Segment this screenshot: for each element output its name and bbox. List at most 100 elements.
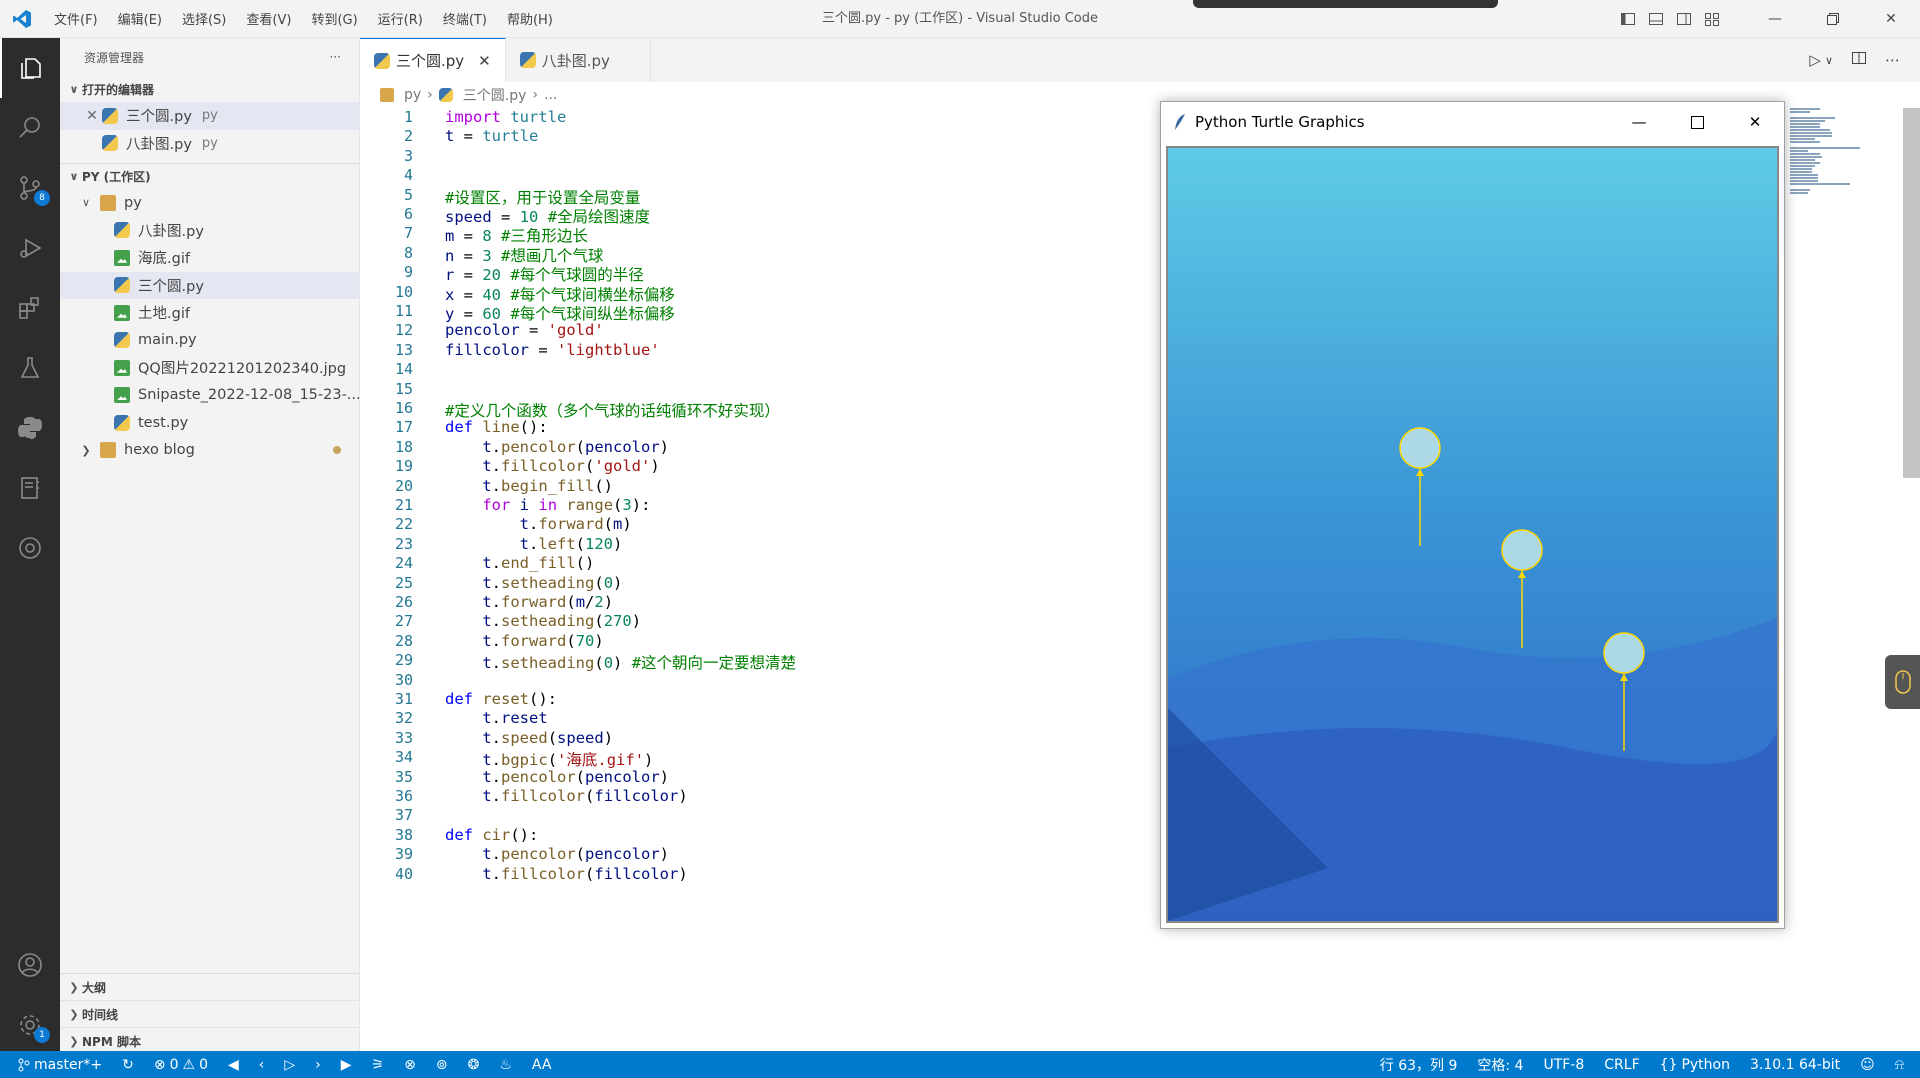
close-button[interactable]: ✕ xyxy=(1862,0,1920,38)
customize-layout-icon[interactable] xyxy=(1698,0,1726,38)
python-file-icon xyxy=(114,414,130,431)
menu-selection[interactable]: 选择(S) xyxy=(172,9,236,28)
accounts-icon[interactable] xyxy=(0,935,60,995)
chevron-left-icon[interactable]: ‹ xyxy=(249,1057,275,1073)
breadcrumb-file[interactable]: 三个圆.py xyxy=(463,85,527,105)
file-item[interactable]: 八卦图.py xyxy=(60,217,359,245)
toggle-panel-icon[interactable] xyxy=(1642,0,1670,38)
settings-gear-icon[interactable]: 1 xyxy=(0,995,60,1055)
line-number: 16 xyxy=(394,399,413,417)
folder-hexo-blog[interactable]: ❯ hexo blog xyxy=(60,437,359,465)
remote-explorer-icon[interactable] xyxy=(0,518,60,578)
turtle-maximize-button[interactable] xyxy=(1668,102,1726,142)
code-line: t.forward(m) xyxy=(519,515,632,534)
open-editors-section[interactable]: ∨ 打开的编辑器 xyxy=(60,76,359,102)
copilot-icon[interactable]: ⊚ xyxy=(426,1057,458,1073)
code-line: pencolor = 'gold' xyxy=(445,321,604,340)
menu-go[interactable]: 转到(G) xyxy=(301,9,367,28)
workspace-section[interactable]: ∨ PY (工作区) xyxy=(60,163,359,189)
vscode-logo-icon xyxy=(0,0,44,38)
more-actions-icon[interactable]: ⋯ xyxy=(1885,51,1900,69)
source-control-icon[interactable]: 8 xyxy=(0,158,60,218)
turtle-graphics-window[interactable]: Python Turtle Graphics — ✕ xyxy=(1160,101,1785,929)
chevron-right-icon[interactable]: › xyxy=(305,1057,331,1073)
file-item[interactable]: 海底.gif xyxy=(60,244,359,272)
encoding[interactable]: UTF-8 xyxy=(1533,1057,1594,1073)
testing-icon[interactable] xyxy=(0,338,60,398)
turtle-minimize-button[interactable]: — xyxy=(1610,102,1668,142)
menu-terminal[interactable]: 终端(T) xyxy=(433,9,497,28)
split-editor-icon[interactable] xyxy=(1851,50,1867,70)
line-number: 32 xyxy=(394,709,413,728)
problems-indicator[interactable]: ⊗ 0 ⚠ 0 xyxy=(144,1057,218,1073)
breadcrumb-folder[interactable]: py xyxy=(404,87,421,103)
breadcrumb-symbol[interactable]: ... xyxy=(544,87,557,103)
open-editor-item[interactable]: 八卦图.py py xyxy=(60,130,359,158)
notebook-icon[interactable] xyxy=(0,458,60,518)
image-file-icon xyxy=(114,249,130,266)
python-icon[interactable] xyxy=(0,398,60,458)
timeline-section[interactable]: ❯ 时间线 xyxy=(60,1001,359,1028)
explorer-sidebar: 资源管理器 ··· ∨ 打开的编辑器 ✕ 三个圆.py py 八卦图.py py ∨ PY… xyxy=(60,38,360,1055)
extensions-icon[interactable] xyxy=(0,278,60,338)
outline-section[interactable]: ❯ 大纲 xyxy=(60,974,359,1001)
sidebar-title: 资源管理器 xyxy=(84,50,145,65)
close-icon[interactable]: ✕ xyxy=(82,108,102,124)
chevron-down-icon[interactable]: ∨ xyxy=(1825,54,1833,67)
sync-icon[interactable]: ↻ xyxy=(112,1057,144,1073)
file-item[interactable]: main.py xyxy=(60,327,359,355)
search-icon[interactable] xyxy=(0,98,60,158)
run-debug-icon[interactable] xyxy=(0,218,60,278)
menu-edit[interactable]: 编辑(E) xyxy=(108,9,172,28)
menu-run[interactable]: 运行(R) xyxy=(368,9,433,28)
run-python-icon[interactable]: ▷ xyxy=(1809,51,1821,69)
toggle-sidebar-icon[interactable] xyxy=(1614,0,1642,38)
toggle-secondary-sidebar-icon[interactable] xyxy=(1670,0,1698,38)
stop-circle-icon[interactable]: ⊗ xyxy=(394,1057,426,1073)
menu-view[interactable]: 查看(V) xyxy=(236,9,301,28)
branch-indicator[interactable]: master*+ xyxy=(0,1057,112,1073)
tab-three-circles[interactable]: 三个圆.py ✕ xyxy=(360,38,506,82)
restore-button[interactable] xyxy=(1804,0,1862,38)
mouse-icon xyxy=(1894,670,1911,694)
breadcrumb: py › 三个圆.py › ... xyxy=(380,82,557,108)
font-size-indicator[interactable]: AA xyxy=(522,1057,562,1073)
debug-next-icon[interactable]: ▶ xyxy=(331,1057,362,1073)
menu-help[interactable]: 帮助(H) xyxy=(497,9,563,28)
broadcast-icon[interactable]: ❂ xyxy=(458,1057,490,1073)
file-item[interactable]: 三个圆.py xyxy=(60,271,359,299)
indentation[interactable]: 空格: 4 xyxy=(1467,1055,1533,1075)
file-item[interactable]: test.py xyxy=(60,409,359,437)
flame-icon[interactable]: ♨ xyxy=(489,1057,522,1073)
play-icon[interactable]: ▷ xyxy=(274,1057,305,1073)
debug-previous-icon[interactable]: ◀ xyxy=(218,1057,249,1073)
more-actions-icon[interactable]: ··· xyxy=(330,50,341,64)
side-widget-button[interactable] xyxy=(1885,655,1920,709)
file-item[interactable]: QQ图片20221201202340.jpg xyxy=(60,354,359,382)
feedback-icon[interactable]: ☺ xyxy=(1850,1057,1885,1073)
open-editor-item[interactable]: ✕ 三个圆.py py xyxy=(60,102,359,130)
cursor-position[interactable]: 行 63，列 9 xyxy=(1370,1055,1468,1075)
python-file-icon xyxy=(374,52,390,69)
command-center[interactable] xyxy=(1193,0,1498,8)
minimap[interactable] xyxy=(1790,108,1900,238)
minimize-button[interactable]: — xyxy=(1746,0,1804,38)
vertical-scrollbar[interactable] xyxy=(1903,108,1920,478)
line-number: 20 xyxy=(394,476,413,495)
language-mode[interactable]: {} Python xyxy=(1650,1057,1740,1073)
turtle-close-button[interactable]: ✕ xyxy=(1726,102,1784,142)
ports-icon[interactable]: ⚞ xyxy=(362,1057,395,1073)
line-number: 7 xyxy=(403,224,413,243)
settings-badge: 1 xyxy=(34,1027,50,1043)
explorer-icon[interactable] xyxy=(0,38,60,98)
close-tab-icon[interactable]: ✕ xyxy=(478,52,491,70)
menu-file[interactable]: 文件(F) xyxy=(44,9,108,28)
tab-bagua[interactable]: 八卦图.py xyxy=(506,38,651,82)
line-number: 22 xyxy=(394,515,413,534)
python-interpreter[interactable]: 3.10.1 64-bit xyxy=(1740,1057,1850,1073)
notifications-bell-icon[interactable]: ⍾ xyxy=(1885,1057,1920,1073)
file-item[interactable]: Snipaste_2022-12-08_15-23-... xyxy=(60,382,359,410)
folder-py[interactable]: ∨ py xyxy=(60,189,359,217)
file-item[interactable]: 土地.gif xyxy=(60,299,359,327)
line-ending[interactable]: CRLF xyxy=(1594,1057,1649,1073)
